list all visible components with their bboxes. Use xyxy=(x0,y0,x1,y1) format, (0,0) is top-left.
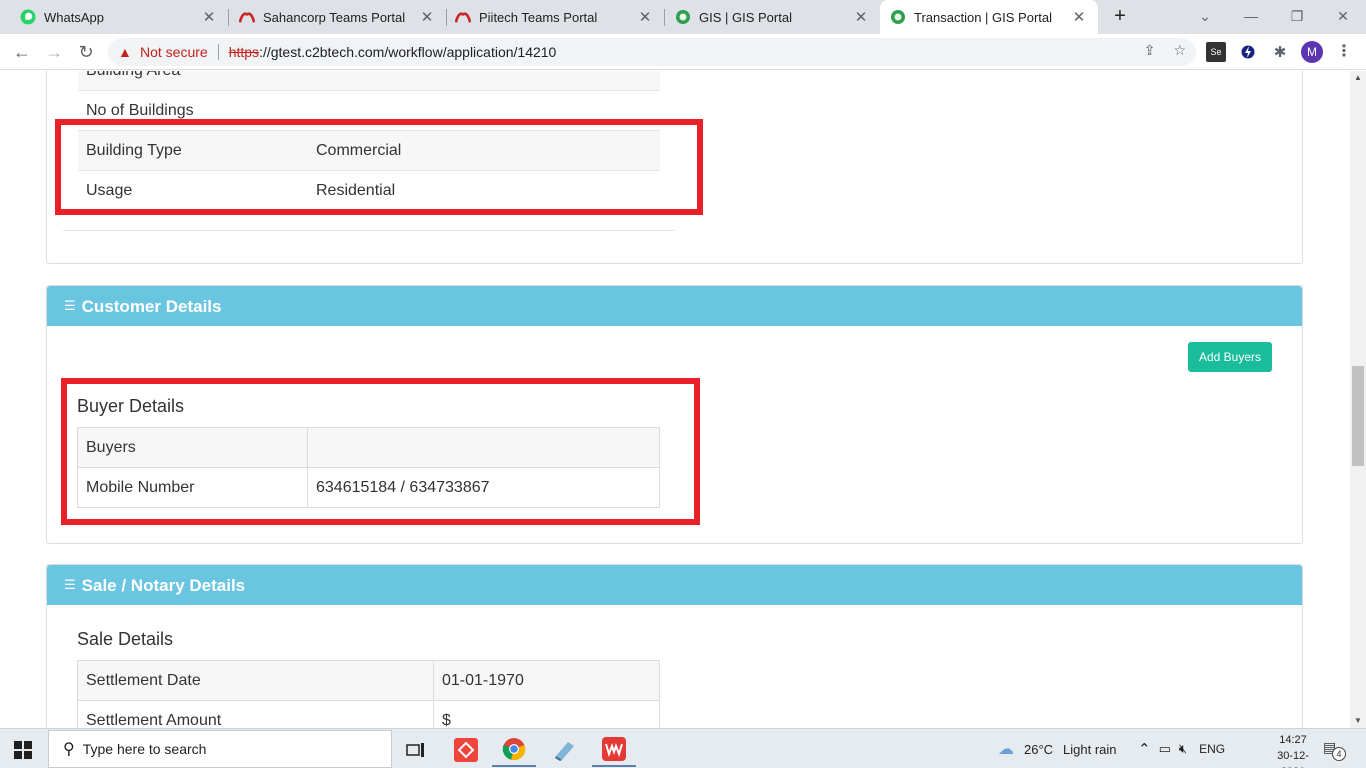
scroll-down-arrow-icon[interactable]: ▼ xyxy=(1350,714,1366,728)
close-tab-icon[interactable]: ✕ xyxy=(418,8,436,26)
row-value: 01-01-1970 xyxy=(433,660,660,701)
browser-toolbar: ← → ↻ ▲ Not secure https ://gtest.c2btec… xyxy=(0,34,1366,70)
profile-avatar[interactable]: M xyxy=(1301,41,1323,63)
warning-icon: ▲ xyxy=(118,44,132,60)
table-row: Settlement Date 01-01-1970 xyxy=(77,660,660,701)
rain-cloud-icon: ☁ xyxy=(998,741,1014,758)
close-window-icon[interactable]: ✕ xyxy=(1320,0,1366,34)
gis-logo-icon xyxy=(675,9,691,25)
anydesk-icon[interactable] xyxy=(444,733,488,767)
list-icon: ☰ xyxy=(64,577,76,592)
clock-date: 30-12-2021 xyxy=(1277,750,1309,768)
table-divider xyxy=(63,230,675,231)
weather-description: Light rain xyxy=(1063,741,1117,757)
browser-tab-strip: WhatsApp ✕ Sahancorp Teams Portal ✕ Piit… xyxy=(0,0,1366,34)
lightning-extension-icon[interactable] xyxy=(1238,42,1258,62)
input-language[interactable]: ENG xyxy=(1199,742,1225,756)
notification-badge: 4 xyxy=(1332,747,1346,761)
show-hidden-icons-chevron-icon[interactable]: ⌃ xyxy=(1138,740,1151,758)
scroll-up-arrow-icon[interactable]: ▲ xyxy=(1350,71,1366,85)
close-tab-icon[interactable]: ✕ xyxy=(200,8,218,26)
tab-search-icon[interactable]: ⌄ xyxy=(1182,0,1228,34)
list-icon: ☰ xyxy=(64,298,76,313)
back-icon[interactable]: ← xyxy=(10,40,34,64)
clock-time: 14:27 xyxy=(1279,734,1307,746)
omnibox-actions: ⇪ ☆ xyxy=(1144,42,1186,59)
taskbar-clock[interactable]: 14:27 30-12-2021 xyxy=(1266,732,1320,768)
sale-details-title: Sale Details xyxy=(77,629,174,649)
new-tab-button[interactable]: + xyxy=(1108,4,1132,28)
tab-sahancorp[interactable]: Sahancorp Teams Portal ✕ xyxy=(229,0,446,34)
sale-notary-details-card: ☰ Sale / Notary Details Sale Details Sett… xyxy=(46,564,1303,728)
row-value xyxy=(308,71,660,91)
close-tab-icon[interactable]: ✕ xyxy=(1070,8,1088,26)
reload-icon[interactable]: ↻ xyxy=(74,40,98,64)
table-row: Building Area xyxy=(78,71,660,91)
restore-icon[interactable]: ❐ xyxy=(1274,0,1320,34)
page-viewport: Building Area No of Buildings Building T… xyxy=(0,71,1350,728)
highlight-box-buyer xyxy=(61,378,700,525)
gis-logo-icon xyxy=(890,9,906,25)
bookmark-star-icon[interactable]: ☆ xyxy=(1173,42,1186,59)
close-tab-icon[interactable]: ✕ xyxy=(852,8,870,26)
speaker-muted-icon[interactable]: 🔇︎ xyxy=(1179,741,1187,757)
piitech-logo-icon xyxy=(455,9,471,25)
sahancorp-logo-icon xyxy=(239,9,255,25)
add-buyers-button[interactable]: Add Buyers xyxy=(1188,342,1272,372)
sale-notary-title: Sale / Notary Details xyxy=(81,576,246,595)
url-scheme: https xyxy=(228,44,260,60)
row-label: Building Area xyxy=(78,71,308,91)
share-icon[interactable]: ⇪ xyxy=(1144,42,1156,59)
table-row: Settlement Amount $ xyxy=(77,700,660,728)
minimize-icon[interactable]: — xyxy=(1228,0,1274,34)
customer-details-title: Customer Details xyxy=(81,297,222,316)
sale-notary-header: ☰ Sale / Notary Details xyxy=(47,565,1302,605)
battery-icon[interactable]: ▭ xyxy=(1159,741,1171,757)
customer-details-header: ☰ Customer Details xyxy=(47,286,1302,326)
row-label: Settlement Amount xyxy=(77,700,434,728)
browser-menu-icon[interactable]: ⋮ xyxy=(1336,42,1352,62)
tab-piitech[interactable]: Piitech Teams Portal ✕ xyxy=(447,0,664,34)
sale-details-table: Settlement Date 01-01-1970 Settlement Am… xyxy=(77,660,660,728)
task-view-icon[interactable] xyxy=(394,733,438,767)
notepad-app-icon[interactable] xyxy=(542,733,586,767)
weather-temperature: 26°C xyxy=(1024,741,1054,757)
selenium-extension-icon[interactable]: Se xyxy=(1206,42,1226,62)
taskbar-search[interactable]: ⚲ Type here to search xyxy=(48,730,392,768)
tab-whatsapp[interactable]: WhatsApp ✕ xyxy=(0,0,228,34)
wps-office-icon[interactable] xyxy=(592,733,636,767)
windows-start-icon[interactable] xyxy=(14,741,32,759)
tab-gis-portal[interactable]: GIS | GIS Portal ✕ xyxy=(665,0,880,34)
row-label: Settlement Date xyxy=(77,660,434,701)
system-tray: ⌃ ▭ 🔇︎ ENG xyxy=(1138,729,1225,768)
search-placeholder: Type here to search xyxy=(82,741,207,757)
windows-taskbar: ⚲ Type here to search ☁ 26°C Light rain … xyxy=(0,728,1366,768)
url-path: ://gtest.c2btech.com/workflow/applicatio… xyxy=(259,44,557,60)
weather-widget[interactable]: ☁ 26°C Light rain xyxy=(998,729,1117,768)
address-bar[interactable]: ▲ Not secure https ://gtest.c2btech.com/… xyxy=(108,38,1196,66)
close-tab-icon[interactable]: ✕ xyxy=(636,8,654,26)
extensions-puzzle-icon[interactable]: ✱ xyxy=(1270,42,1290,62)
notification-center-icon[interactable]: ▤ 4 xyxy=(1323,739,1346,761)
highlight-box-building xyxy=(55,119,703,215)
url-divider xyxy=(217,44,219,60)
row-value: $ xyxy=(433,700,660,728)
scrollbar-thumb[interactable] xyxy=(1352,366,1364,466)
whatsapp-icon xyxy=(20,9,36,25)
chrome-icon[interactable] xyxy=(492,733,536,767)
forward-icon[interactable]: → xyxy=(42,40,66,64)
search-icon: ⚲ xyxy=(63,741,75,758)
not-secure-label[interactable]: Not secure xyxy=(140,44,208,60)
tab-transaction[interactable]: Transaction | GIS Portal ✕ xyxy=(880,0,1098,34)
